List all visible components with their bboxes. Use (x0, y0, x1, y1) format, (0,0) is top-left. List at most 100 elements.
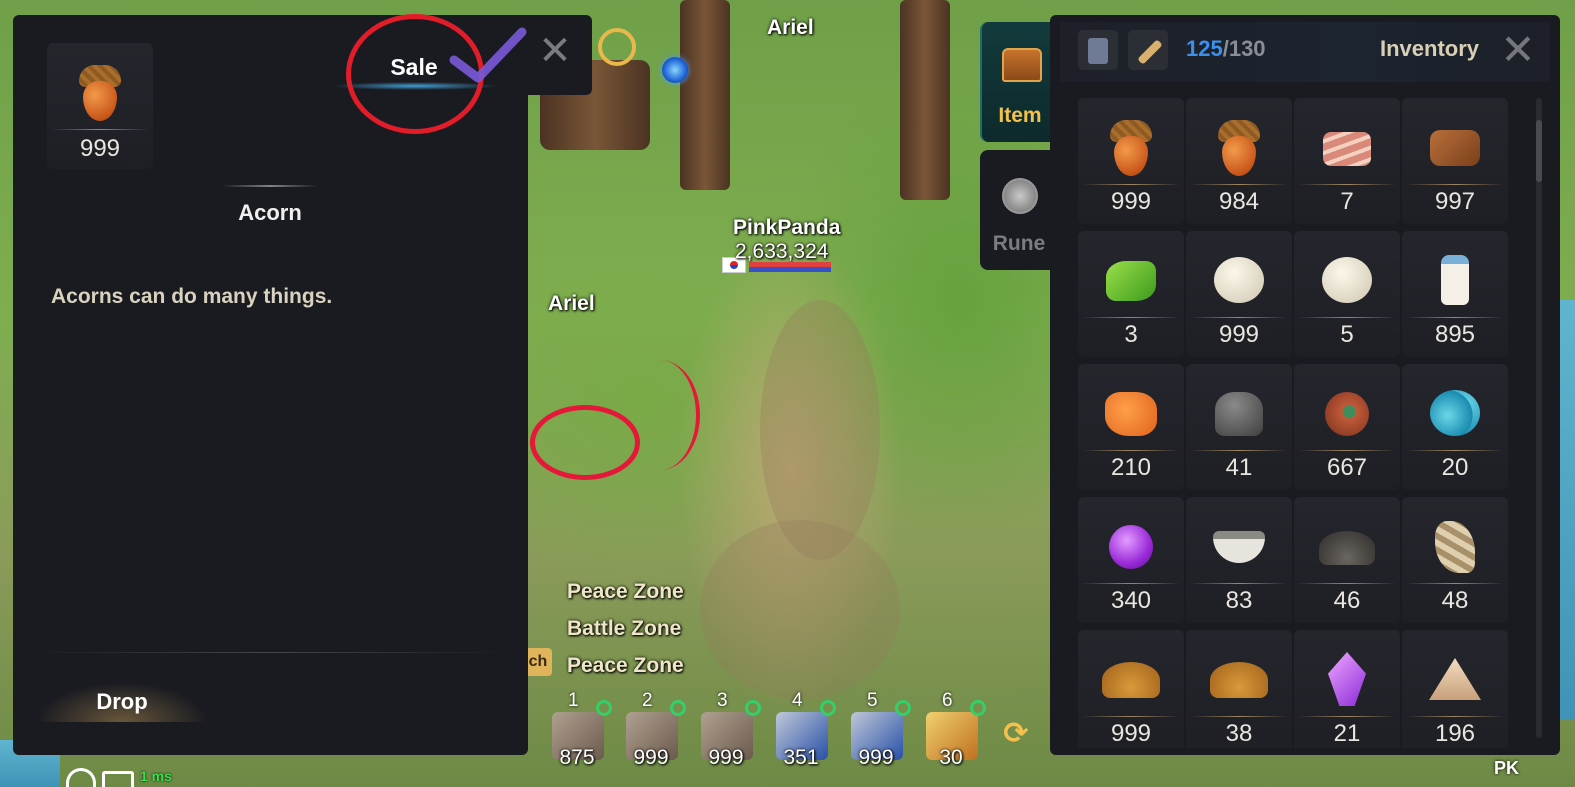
skill-count: 875 (559, 746, 595, 769)
inventory-slot[interactable]: 48 (1402, 497, 1508, 623)
purple-orb-icon (1109, 525, 1153, 569)
slot-divider (1406, 184, 1504, 185)
skill-slot-6[interactable]: 6 30 (922, 690, 986, 780)
slot-divider (1190, 716, 1288, 717)
pk-mode-label[interactable]: PK (1494, 758, 1519, 779)
claws-icon (1435, 521, 1475, 573)
slot-divider (1082, 716, 1180, 717)
purple-crystal-icon (1328, 652, 1366, 706)
inventory-slot[interactable]: 7 (1294, 98, 1400, 224)
drop-button[interactable]: Drop (36, 682, 208, 722)
skill-slot-number: 6 (942, 690, 953, 711)
mana-orb-icon (662, 57, 688, 83)
item-count: 210 (1110, 454, 1152, 481)
item-name: Acorn (238, 200, 302, 225)
tab-label: Item (998, 104, 1042, 127)
skill-slot-2[interactable]: 2 999 (622, 690, 686, 780)
grain-pile-icon (1102, 662, 1160, 698)
inventory-title: Inventory (1380, 36, 1480, 61)
inventory-slot[interactable]: 999 (1186, 231, 1292, 357)
slot-divider (1190, 450, 1288, 451)
inventory-slot[interactable]: 21 (1294, 630, 1400, 748)
item-count: 20 (1441, 454, 1469, 481)
acorn-icon (1216, 120, 1262, 178)
skill-slot-number: 3 (717, 690, 728, 711)
tab-item[interactable]: Item (980, 22, 1058, 142)
inventory-capacity: 125/130 (1186, 36, 1266, 62)
skill-slot-4[interactable]: 4 351 (772, 690, 836, 780)
tab-label: Rune (992, 232, 1046, 255)
player-health-bar (749, 262, 831, 272)
chat-switch-button[interactable]: ch (524, 648, 552, 676)
inventory-slot[interactable]: 20 (1402, 364, 1508, 490)
slot-divider (1082, 317, 1180, 318)
inventory-scrollbar[interactable] (1536, 98, 1542, 738)
inventory-slot[interactable]: 46 (1294, 497, 1400, 623)
inventory-slot[interactable]: 999 (1078, 98, 1184, 224)
inventory-slot[interactable]: 38 (1186, 630, 1292, 748)
slot-divider (1298, 450, 1396, 451)
slot-divider (51, 129, 149, 130)
inventory-slot[interactable]: 3 (1078, 231, 1184, 357)
checkmark-icon (449, 27, 527, 83)
inventory-slot[interactable]: 5 (1294, 231, 1400, 357)
item-count: 999 (1110, 188, 1152, 215)
item-count: 999 (1218, 321, 1260, 348)
ready-indicator-icon (820, 700, 836, 716)
inventory-scrollbar-thumb[interactable] (1536, 120, 1542, 182)
inventory-slot[interactable]: 41 (1186, 364, 1292, 490)
cotton-ball-icon (1322, 257, 1372, 303)
trash-bin-icon[interactable] (1078, 30, 1118, 70)
item-count: 667 (1326, 454, 1368, 481)
device-icon (102, 771, 134, 787)
item-count: 7 (1340, 188, 1354, 215)
slot-divider (1298, 583, 1396, 584)
skill-slot-3[interactable]: 3 999 (697, 690, 761, 780)
ready-indicator-icon (670, 700, 686, 716)
tree-trunk (900, 0, 950, 200)
inventory-slot[interactable]: 340 (1078, 497, 1184, 623)
inventory-slot[interactable]: 83 (1186, 497, 1292, 623)
skill-slot-1[interactable]: 1 875 (548, 690, 612, 780)
bowl-icon (1213, 531, 1265, 563)
sand-pile-icon (1429, 658, 1481, 700)
bottom-divider (30, 652, 510, 653)
inventory-slot[interactable]: 895 (1402, 231, 1508, 357)
snail-shell-icon (1325, 392, 1369, 436)
inventory-slot[interactable]: 997 (1402, 98, 1508, 224)
skill-count: 351 (783, 746, 819, 769)
swap-skillset-icon[interactable]: ⟳ (1000, 718, 1032, 750)
item-count: 340 (1110, 587, 1152, 614)
cotton-ball-icon (1214, 257, 1264, 303)
compass-icon[interactable] (598, 28, 636, 66)
slot-divider (1406, 716, 1504, 717)
stone-path (700, 520, 900, 700)
close-inventory-button[interactable]: ✕ (1500, 29, 1536, 71)
brush-sort-icon[interactable] (1128, 30, 1168, 70)
item-count: 46 (1333, 587, 1361, 614)
inventory-slot[interactable]: 210 (1078, 364, 1184, 490)
inventory-slot[interactable]: 667 (1294, 364, 1400, 490)
skill-count: 999 (708, 746, 744, 769)
item-description: Acorns can do many things. (51, 285, 333, 308)
slot-divider (1082, 583, 1180, 584)
treasure-chest-icon (1002, 48, 1042, 82)
acorn-icon (1108, 120, 1154, 178)
item-count: 83 (1225, 587, 1253, 614)
inventory-slot[interactable]: 999 (1078, 630, 1184, 748)
skill-slot-5[interactable]: 5 999 (847, 690, 911, 780)
skill-count: 999 (633, 746, 669, 769)
item-count: 997 (1434, 188, 1476, 215)
slot-divider (1190, 583, 1288, 584)
inventory-slot[interactable]: 984 (1186, 98, 1292, 224)
close-detail-button[interactable]: ✕ (538, 31, 572, 71)
inventory-slot[interactable]: 196 (1402, 630, 1508, 748)
slot-divider (1406, 583, 1504, 584)
target-arc (620, 360, 700, 470)
tab-rune[interactable]: Rune (980, 150, 1058, 270)
item-count: 3 (1124, 321, 1138, 348)
slot-divider (1082, 450, 1180, 451)
item-count: 21 (1333, 720, 1361, 747)
skill-slot-number: 4 (792, 690, 803, 711)
zone-log-line: Battle Zone (567, 617, 682, 640)
